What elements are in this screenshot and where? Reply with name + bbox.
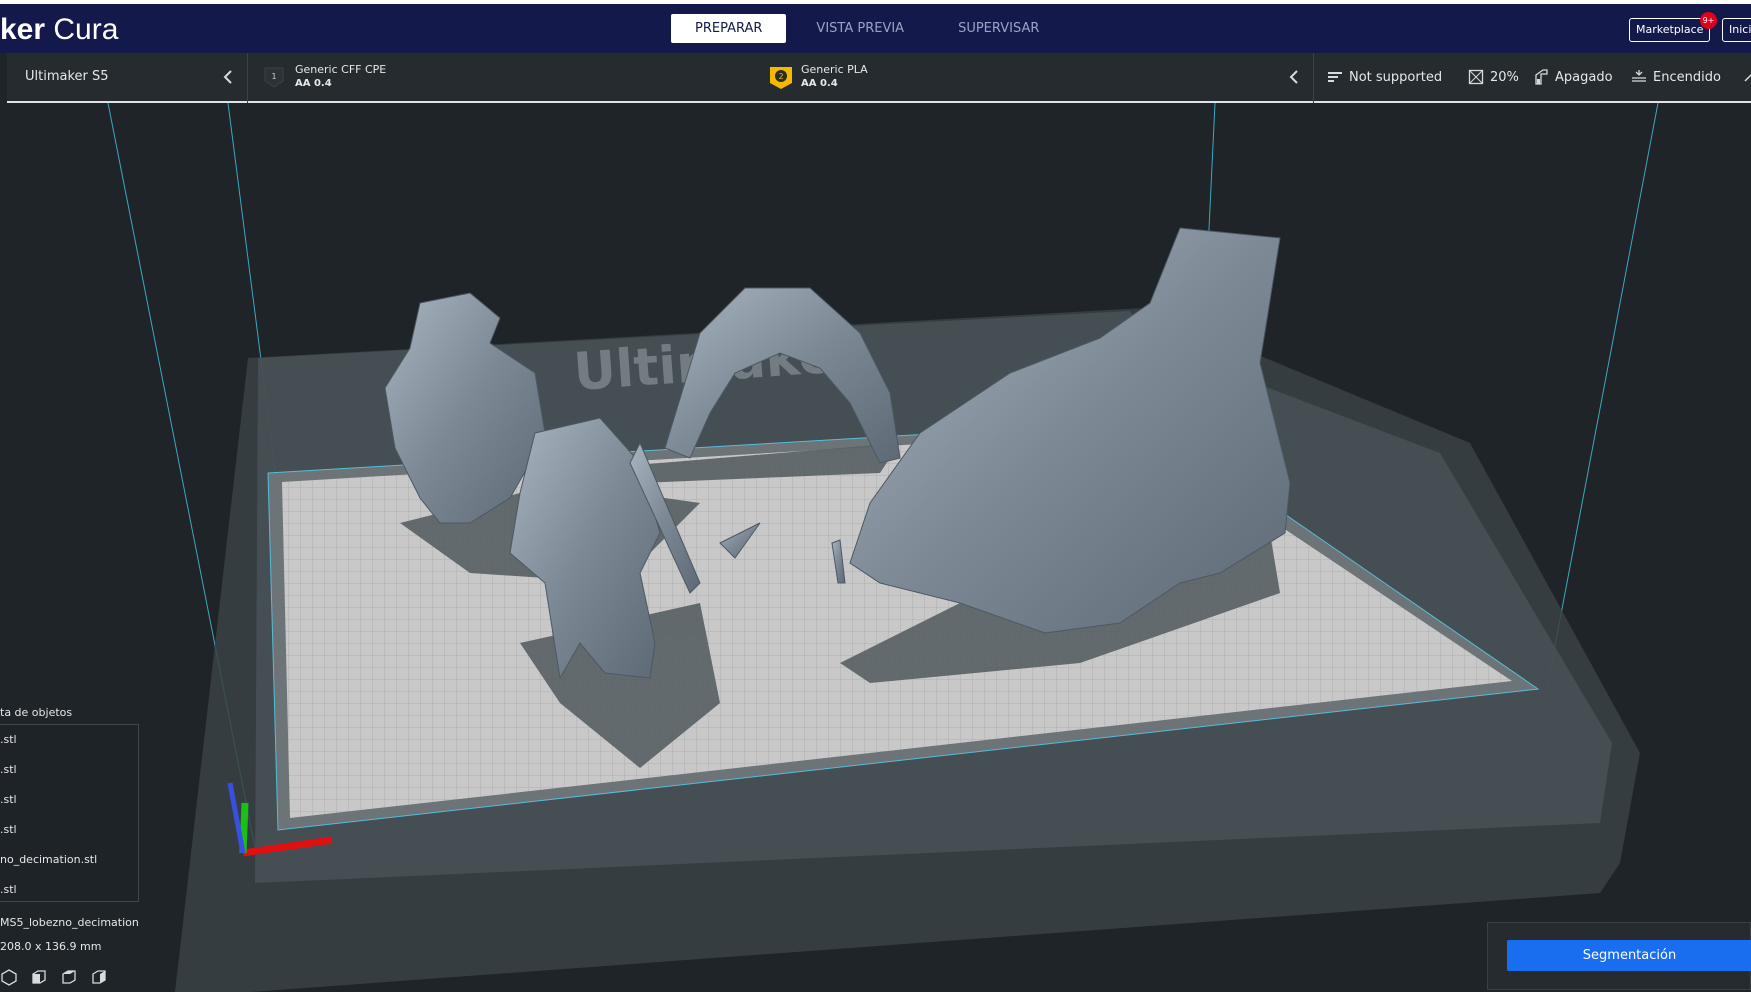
- logo-bold-text: ker: [0, 13, 46, 46]
- selected-object-dimensions: 208.0 x 136.9 mm: [0, 940, 102, 953]
- marketplace-badge: 9+: [1700, 12, 1717, 29]
- print-profile[interactable]: Not supported: [1327, 69, 1442, 85]
- chevron-left-icon[interactable]: [220, 67, 238, 87]
- view-3d-icon[interactable]: [0, 968, 18, 986]
- adhesion-setting[interactable]: Encendido: [1631, 69, 1721, 85]
- slice-button[interactable]: Segmentación: [1507, 940, 1751, 971]
- signin-button[interactable]: Inici: [1722, 18, 1751, 42]
- extruder-1-icon: 1: [263, 66, 285, 88]
- list-item[interactable]: .stl: [0, 793, 17, 806]
- tab-preview[interactable]: VISTA PREVIA: [792, 14, 928, 43]
- stage-tabs: PREPARAR VISTA PREVIA SUPERVISAR: [671, 14, 1063, 43]
- object-list: .stl .stl .stl .stl no_decimation.stl .s…: [0, 724, 139, 902]
- slice-panel: Segmentación: [1487, 922, 1751, 990]
- list-item[interactable]: .stl: [0, 733, 17, 746]
- infill-setting[interactable]: 20%: [1468, 69, 1519, 85]
- 3d-viewport[interactable]: Ultimaker: [0, 103, 1751, 992]
- extruder-1-nozzle: AA 0.4: [295, 78, 332, 89]
- extruder-2-number: 2: [778, 72, 783, 81]
- list-item[interactable]: no_decimation.stl: [0, 853, 97, 866]
- extruder-1-material: Generic CFF CPE: [295, 63, 387, 76]
- support-setting[interactable]: Apagado: [1533, 69, 1613, 85]
- view-left-icon[interactable]: [90, 968, 108, 986]
- profile-label: Not supported: [1349, 69, 1443, 85]
- list-item[interactable]: .stl: [0, 763, 17, 776]
- view-top-icon[interactable]: [60, 968, 78, 986]
- printer-selector[interactable]: Ultimaker S5: [25, 69, 109, 84]
- infill-icon: [1468, 69, 1484, 85]
- selected-object-name: MS5_lobezno_decimation: [0, 916, 139, 929]
- view-buttons: [0, 968, 108, 986]
- profile-icon: [1328, 72, 1342, 82]
- extruder-2-icon: 2: [769, 66, 792, 89]
- app-logo: ker Cura: [0, 13, 118, 47]
- printer-settings-bar: Ultimaker S5 1 Generic CFF CPE AA 0.4 2 …: [7, 53, 1751, 103]
- support-icon: [1535, 69, 1548, 85]
- adhesion-icon: [1632, 70, 1646, 82]
- object-list-title[interactable]: ta de objetos: [0, 706, 72, 719]
- extruder-2-nozzle: AA 0.4: [801, 78, 838, 89]
- chevron-left-icon[interactable]: [1286, 67, 1304, 87]
- view-front-icon[interactable]: [30, 968, 48, 986]
- marketplace-button[interactable]: Marketplace: [1629, 18, 1710, 42]
- support-label: Apagado: [1555, 69, 1613, 85]
- adhesion-label: Encendido: [1653, 69, 1721, 85]
- logo-light-text: Cura: [53, 13, 119, 46]
- infill-label: 20%: [1490, 69, 1519, 85]
- settings-expand-icon[interactable]: [1743, 69, 1751, 85]
- list-item[interactable]: .stl: [0, 883, 17, 896]
- app-header: ker Cura PREPARAR VISTA PREVIA SUPERVISA…: [0, 0, 1751, 53]
- extruder-1-number: 1: [271, 72, 276, 81]
- tab-prepare[interactable]: PREPARAR: [671, 14, 787, 43]
- extruder-2-material: Generic PLA: [801, 63, 868, 76]
- list-item[interactable]: .stl: [0, 823, 17, 836]
- tab-monitor[interactable]: SUPERVISAR: [934, 14, 1063, 43]
